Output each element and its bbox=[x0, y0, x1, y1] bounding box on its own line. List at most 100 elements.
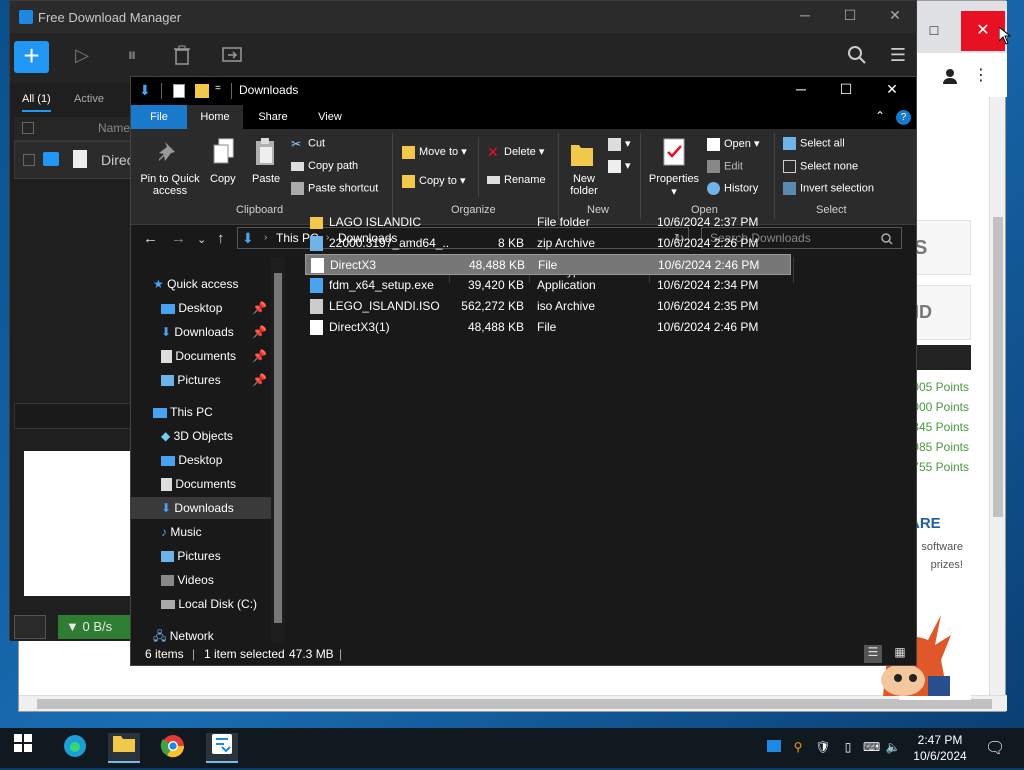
browser-horizontal-scrollbar[interactable] bbox=[19, 695, 1007, 711]
edit-button[interactable]: Edit bbox=[707, 160, 743, 173]
search-icon[interactable] bbox=[845, 45, 869, 69]
resume-icon[interactable]: ▷ bbox=[70, 45, 94, 69]
fdm-minimize-button[interactable]: ─ bbox=[790, 7, 820, 27]
file-row[interactable]: LAGO ISLANDIC File folder 10/6/2024 2:37 P… bbox=[305, 212, 791, 233]
tab-share[interactable]: Share bbox=[245, 105, 301, 129]
move-to-button[interactable]: Move to ▾ bbox=[402, 145, 467, 159]
new-item-button[interactable]: ▾ bbox=[608, 137, 631, 151]
chrome-icon[interactable] bbox=[158, 733, 188, 763]
nav-qa-downloads[interactable]: ⬇ Downloads 📌 bbox=[161, 321, 271, 343]
nav-desktop[interactable]: Desktop bbox=[161, 449, 271, 471]
hamburger-menu-icon[interactable]: ☰ bbox=[886, 45, 910, 69]
volume-muted-icon[interactable]: 🔈 bbox=[885, 740, 901, 756]
column-name-header[interactable]: Name bbox=[98, 121, 130, 135]
edge-icon[interactable] bbox=[60, 733, 90, 763]
nav-videos[interactable]: Videos bbox=[161, 569, 271, 591]
scroll-thumb[interactable] bbox=[274, 273, 282, 623]
nav-qa-pictures[interactable]: Pictures 📌 bbox=[161, 369, 271, 391]
scroll-thumb[interactable] bbox=[37, 699, 992, 709]
notification-icon[interactable]: 🗨 bbox=[985, 738, 1005, 757]
collapse-ribbon-icon[interactable]: ⌃ bbox=[875, 109, 885, 123]
up-button[interactable]: ↑ bbox=[217, 230, 225, 247]
nav-documents[interactable]: Documents bbox=[161, 473, 271, 495]
file-row[interactable]: 22000.3197_amd64_... 8 KB zip Archive 10/6/… bbox=[305, 233, 791, 254]
nav-this-pc[interactable]: This PC bbox=[153, 401, 271, 423]
browser-vertical-scrollbar[interactable] bbox=[989, 97, 1005, 695]
select-all-button[interactable]: Select all bbox=[783, 137, 845, 150]
file-row[interactable]: DirectX3(1) 48,488 KB File 10/6/2024 2:46 P… bbox=[305, 317, 791, 338]
paste-shortcut-button[interactable]: Paste shortcut bbox=[291, 182, 378, 195]
nav-music[interactable]: ♪ Music bbox=[161, 521, 271, 543]
folder-icon[interactable] bbox=[43, 152, 59, 166]
cut-button[interactable]: ✂ Cut bbox=[291, 137, 325, 151]
easy-access-button[interactable]: ▾ bbox=[608, 159, 631, 173]
usb-icon[interactable]: ▯ bbox=[840, 740, 856, 756]
select-all-checkbox[interactable] bbox=[22, 122, 34, 134]
profile-icon[interactable] bbox=[941, 67, 959, 85]
nav-pictures[interactable]: Pictures bbox=[161, 545, 271, 567]
nav-quick-access[interactable]: ★ Quick access bbox=[153, 273, 271, 295]
browser-maximize-button[interactable]: ☐ bbox=[919, 11, 949, 51]
delete-icon[interactable] bbox=[170, 45, 194, 69]
tab-view[interactable]: View bbox=[302, 105, 358, 129]
file-row[interactable]: DirectX3 48,488 KB File 10/6/2024 2:46 PM bbox=[305, 254, 791, 275]
forward-button[interactable]: → bbox=[171, 230, 186, 247]
customize-qat-icon[interactable]: = bbox=[215, 83, 221, 94]
nav-qa-desktop[interactable]: Desktop 📌 bbox=[161, 297, 271, 319]
tab-home[interactable]: Home bbox=[187, 105, 243, 129]
back-button[interactable]: ← bbox=[143, 230, 158, 247]
copy-button[interactable]: Copy bbox=[210, 173, 236, 185]
new-folder-button[interactable]: New folder bbox=[567, 173, 601, 197]
file-row[interactable]: fdm_x64_setup.exe 39,420 KB Application 10/… bbox=[305, 275, 791, 296]
file-row[interactable]: LEGO_ISLANDI.ISO 562,272 KB iso Archive 10/… bbox=[305, 296, 791, 317]
column-separator[interactable] bbox=[793, 257, 794, 283]
bottom-panel-toggle[interactable] bbox=[14, 615, 46, 639]
start-button[interactable] bbox=[8, 733, 38, 763]
search-tray-icon[interactable]: ⚲ bbox=[790, 740, 806, 756]
properties-qat-icon[interactable] bbox=[173, 84, 185, 98]
scroll-thumb[interactable] bbox=[993, 217, 1003, 517]
copy-path-button[interactable]: Copy path bbox=[291, 160, 358, 172]
file-explorer-taskbar-icon[interactable] bbox=[108, 733, 140, 763]
row-checkbox[interactable] bbox=[23, 154, 35, 166]
network-tray-icon[interactable]: ⌨ bbox=[863, 740, 880, 756]
recent-locations-button[interactable]: ⌄ bbox=[197, 233, 206, 246]
nav-downloads[interactable]: ⬇ Downloads bbox=[131, 497, 271, 519]
defender-shield-icon[interactable]: 🛡 bbox=[815, 740, 831, 756]
add-download-button[interactable]: + bbox=[14, 41, 49, 73]
tab-all[interactable]: All (1) bbox=[22, 93, 51, 112]
help-icon[interactable]: ? bbox=[896, 110, 911, 125]
nav-qa-documents[interactable]: Documents 📌 bbox=[161, 345, 271, 367]
tab-active[interactable]: Active bbox=[74, 93, 104, 105]
nav-local-disk[interactable]: Local Disk (C:) bbox=[161, 593, 271, 615]
fdm-taskbar-icon[interactable] bbox=[206, 733, 238, 763]
pause-icon[interactable]: ⏸ bbox=[120, 45, 144, 69]
new-folder-qat-icon[interactable] bbox=[195, 84, 209, 98]
fdm-maximize-button[interactable]: ☐ bbox=[835, 7, 865, 27]
fdm-close-button[interactable]: ✕ bbox=[880, 7, 910, 27]
pin-to-quick-access-button[interactable]: Pin to Quick access bbox=[137, 173, 203, 197]
nav-pane-scrollbar[interactable] bbox=[271, 257, 285, 643]
properties-button[interactable]: Properties ▾ bbox=[647, 173, 701, 198]
browser-menu-icon[interactable]: ⋮ bbox=[973, 65, 989, 85]
fdm-tray-icon[interactable] bbox=[766, 740, 782, 756]
history-button[interactable]: History bbox=[707, 182, 758, 195]
open-button[interactable]: Open ▾ bbox=[707, 137, 760, 151]
rename-button[interactable]: Rename bbox=[487, 174, 546, 186]
nav-3d-objects[interactable]: ◆ 3D Objects bbox=[161, 425, 271, 447]
maximize-button[interactable]: ☐ bbox=[831, 81, 861, 101]
system-clock[interactable]: 2:47 PM 10/6/2024 bbox=[910, 732, 970, 764]
speed-indicator[interactable]: ▼ 0 B/s bbox=[58, 615, 138, 639]
invert-selection-button[interactable]: Invert selection bbox=[783, 182, 874, 195]
select-none-button[interactable]: Select none bbox=[783, 160, 858, 173]
fdm-details-tab[interactable] bbox=[14, 403, 138, 429]
tab-file[interactable]: File bbox=[131, 105, 187, 129]
copy-to-button[interactable]: Copy to ▾ bbox=[402, 174, 466, 188]
close-button[interactable]: ✕ bbox=[877, 81, 907, 101]
delete-button[interactable]: ✕ Delete ▾ bbox=[487, 145, 544, 159]
quick-access-toolbar-icon[interactable]: ⬇ bbox=[139, 82, 151, 99]
move-icon[interactable] bbox=[220, 45, 244, 69]
paste-button[interactable]: Paste bbox=[252, 173, 280, 185]
large-icons-view-button[interactable]: ▦ bbox=[891, 645, 909, 663]
minimize-button[interactable]: ─ bbox=[786, 81, 816, 101]
